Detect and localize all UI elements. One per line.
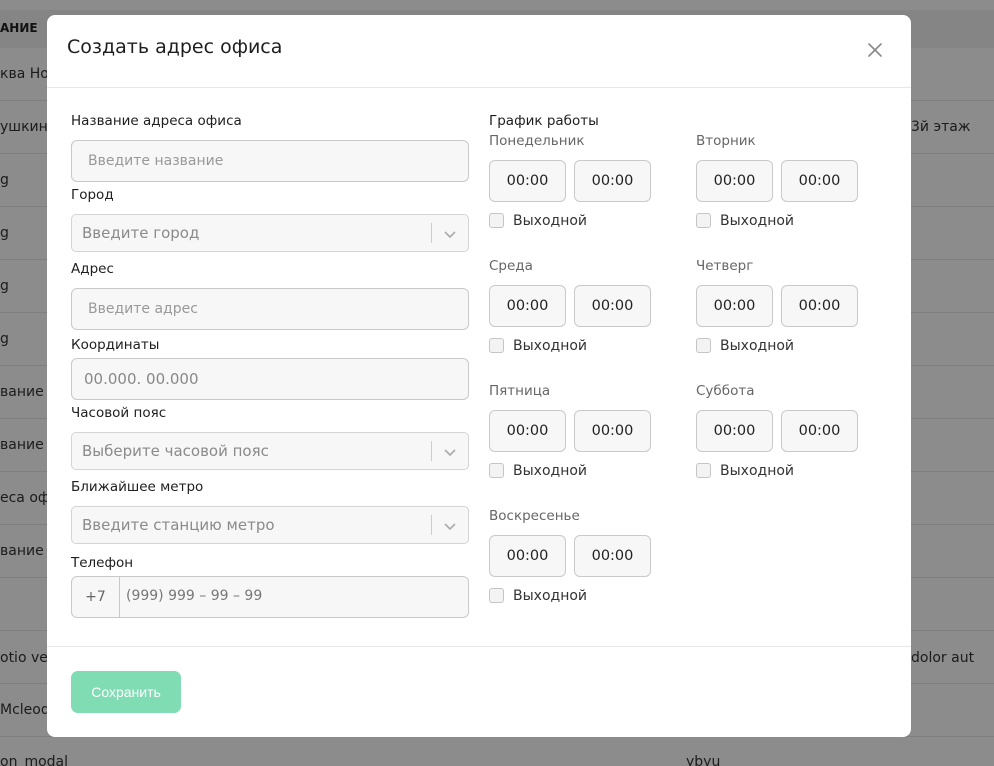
modal-footer-divider [47,646,911,647]
close-button[interactable] [864,39,886,61]
chevron-down-icon [444,231,456,239]
wednesday-dayoff-label: Выходной [513,338,588,354]
timezone-select[interactable]: Выберите часовой пояс [71,432,469,470]
timezone-label: Часовой пояс [71,405,167,421]
phone-country-code[interactable]: +7 [72,577,120,617]
tuesday-from-input[interactable]: 00:00 [696,160,773,202]
day-label-saturday: Суббота [696,383,755,399]
friday-from-input[interactable]: 00:00 [489,410,566,452]
coordinates-input[interactable]: 00.000. 00.000 [71,358,469,400]
day-label-tuesday: Вторник [696,133,756,149]
friday-dayoff-checkbox[interactable] [489,463,504,478]
office-name-input[interactable]: Введите название [71,140,469,182]
wednesday-dayoff-checkbox[interactable] [489,338,504,353]
monday-dayoff-label: Выходной [513,213,588,229]
metro-select[interactable]: Введите станцию метро [71,506,469,544]
thursday-dayoff-label: Выходной [720,338,795,354]
sunday-dayoff-label: Выходной [513,588,588,604]
day-label-thursday: Четверг [696,258,754,274]
office-name-label: Название адреса офиса [71,113,242,129]
address-label: Адрес [71,261,114,277]
city-select[interactable]: Введите город [71,214,469,252]
save-button[interactable]: Сохранить [71,671,181,713]
coordinates-label: Координаты [71,337,160,353]
city-placeholder: Введите город [82,224,200,242]
phone-field[interactable]: +7 (999) 999 – 99 – 99 [71,576,469,618]
select-separator [431,223,432,243]
close-icon [868,43,882,57]
tuesday-dayoff-label: Выходной [720,213,795,229]
schedule-title: График работы [489,113,599,129]
city-label: Город [71,187,114,203]
chevron-down-icon [444,523,456,531]
metro-label: Ближайшее метро [71,479,204,495]
sunday-from-input[interactable]: 00:00 [489,535,566,577]
select-separator [431,515,432,535]
chevron-down-icon [444,449,456,457]
friday-dayoff-label: Выходной [513,463,588,479]
coordinates-placeholder: 00.000. 00.000 [84,370,199,388]
friday-to-input[interactable]: 00:00 [574,410,651,452]
sunday-to-input[interactable]: 00:00 [574,535,651,577]
wednesday-to-input[interactable]: 00:00 [574,285,651,327]
thursday-from-input[interactable]: 00:00 [696,285,773,327]
thursday-dayoff-checkbox[interactable] [696,338,711,353]
create-office-modal: Создать адрес офиса Название адреса офис… [47,15,911,737]
saturday-from-input[interactable]: 00:00 [696,410,773,452]
modal-header: Создать адрес офиса [47,15,911,88]
metro-placeholder: Введите станцию метро [82,516,275,534]
day-label-sunday: Воскресенье [489,508,580,524]
sunday-dayoff-checkbox[interactable] [489,588,504,603]
address-placeholder: Введите адрес [88,301,198,317]
monday-dayoff-checkbox[interactable] [489,213,504,228]
wednesday-from-input[interactable]: 00:00 [489,285,566,327]
day-label-monday: Понедельник [489,133,585,149]
address-input[interactable]: Введите адрес [71,288,469,330]
tuesday-dayoff-checkbox[interactable] [696,213,711,228]
office-name-placeholder: Введите название [88,153,224,169]
modal-title: Создать адрес офиса [67,36,283,58]
saturday-dayoff-checkbox[interactable] [696,463,711,478]
thursday-to-input[interactable]: 00:00 [781,285,858,327]
phone-placeholder: (999) 999 – 99 – 99 [126,588,263,604]
monday-from-input[interactable]: 00:00 [489,160,566,202]
saturday-to-input[interactable]: 00:00 [781,410,858,452]
tuesday-to-input[interactable]: 00:00 [781,160,858,202]
phone-label: Телефон [71,555,134,571]
saturday-dayoff-label: Выходной [720,463,795,479]
select-separator [431,441,432,461]
day-label-friday: Пятница [489,383,551,399]
day-label-wednesday: Среда [489,258,533,274]
monday-to-input[interactable]: 00:00 [574,160,651,202]
timezone-placeholder: Выберите часовой пояс [82,442,269,460]
